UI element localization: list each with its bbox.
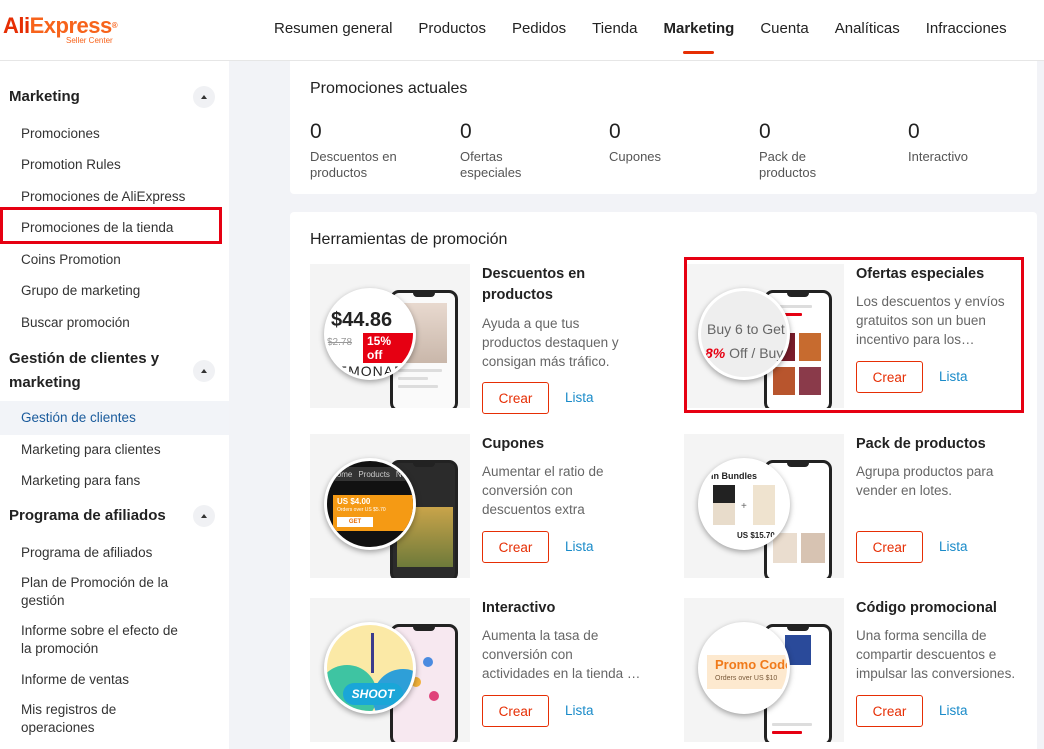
product-discount-illustration: $44.86 $2.78 15% off LEMONADE xyxy=(310,264,470,408)
main-nav: Resumen general Productos Pedidos Tienda… xyxy=(274,20,1033,54)
create-button[interactable]: Crear xyxy=(856,531,923,563)
interactive-illustration: SHOOT xyxy=(310,598,470,742)
tool-description: Aumentar el ratio de conversión con desc… xyxy=(482,464,604,517)
sidebar-item-marketing-clientes[interactable]: Marketing para clientes xyxy=(0,441,229,459)
lens-bundle-heading: p in Bundles xyxy=(703,471,757,481)
collapse-caret-icon[interactable] xyxy=(193,360,215,382)
nav-productos[interactable]: Productos xyxy=(418,20,486,37)
tool-name: Interactivo xyxy=(482,600,556,616)
sidebar-item-informe-ventas[interactable]: Informe de ventas xyxy=(0,671,229,689)
lens-tab-new: Ne xyxy=(395,469,407,479)
lens-coupon-condition: Orders over US $5.70 xyxy=(337,507,386,513)
list-link[interactable]: Lista xyxy=(939,703,968,718)
tool-name: Pack de productos xyxy=(856,436,986,452)
tool-name: Código promocional xyxy=(856,600,997,616)
logo-express: Express xyxy=(29,13,113,38)
sidebar-item-informe-efecto[interactable]: Informe sobre el efecto de la promoción xyxy=(0,622,190,658)
sidebar: Marketing Promociones Promotion Rules Pr… xyxy=(0,61,229,749)
sidebar-item-marketing-fans[interactable]: Marketing para fans xyxy=(0,472,229,490)
create-button[interactable]: Crear xyxy=(856,695,923,727)
nav-resumen[interactable]: Resumen general xyxy=(274,20,392,37)
sidebar-item-gestion-clientes[interactable]: Gestión de clientes xyxy=(0,401,229,435)
stat-value: 0 xyxy=(759,120,771,143)
annotation-highlight-box xyxy=(684,257,1024,413)
product-bundle-illustration: p in Bundles + US $15.70 xyxy=(684,434,844,578)
nav-infracciones[interactable]: Infracciones xyxy=(926,20,1007,37)
lens-bundle-price: US $15.70 xyxy=(737,531,775,540)
sidebar-group-clientes[interactable]: Gestión de clientes y marketing xyxy=(9,347,179,395)
sidebar-item-plan-promocion[interactable]: Plan de Promoción de la gestión xyxy=(0,574,190,610)
stat-value: 0 xyxy=(460,120,472,143)
sidebar-item-grupo-marketing[interactable]: Grupo de marketing xyxy=(0,282,229,300)
lens-coupon-amount: US $4.00 xyxy=(337,497,371,506)
nav-pedidos[interactable]: Pedidos xyxy=(512,20,566,37)
lens-shoot-label: SHOOT xyxy=(343,683,403,705)
lens-promo-condition: Orders over US $10 xyxy=(715,675,778,682)
aliexpress-logo[interactable]: AliExpress® Seller Center xyxy=(3,13,118,46)
lens-tab-home: Home xyxy=(331,469,353,479)
collapse-caret-icon[interactable] xyxy=(193,86,215,108)
current-promotions-title: Promociones actuales xyxy=(310,80,468,97)
create-button[interactable]: Crear xyxy=(482,531,549,563)
logo-registered: ® xyxy=(111,21,118,30)
sidebar-item-buscar-promocion[interactable]: Buscar promoción xyxy=(0,314,229,332)
nav-analiticas[interactable]: Analíticas xyxy=(835,20,900,37)
list-link[interactable]: Lista xyxy=(565,703,594,718)
lens-promo-code: Promo Code xyxy=(715,657,790,672)
collapse-caret-icon[interactable] xyxy=(193,505,215,527)
promotion-tools-title: Herramientas de promoción xyxy=(310,231,508,248)
list-link[interactable]: Lista xyxy=(939,539,968,554)
lens-price: $44.86 xyxy=(331,309,393,331)
sidebar-item-programa-afiliados[interactable]: Programa de afiliados xyxy=(0,544,229,562)
stat-value: 0 xyxy=(609,120,621,143)
lens-old-price: $2.78 xyxy=(327,337,353,348)
promotion-tools-card: Herramientas de promoción $44.86 $2.78 1… xyxy=(290,212,1037,749)
lens-coupon-get: GET xyxy=(337,517,373,527)
list-link[interactable]: Lista xyxy=(565,390,594,405)
sidebar-item-coins-promotion[interactable]: Coins Promotion xyxy=(0,251,229,269)
tool-description: Ayuda a que tus productos destaquen y co… xyxy=(482,316,619,369)
stat-label: Ofertas especiales xyxy=(460,149,522,180)
promo-code-illustration: Promo Code Orders over US $10 xyxy=(684,598,844,742)
stat-value: 0 xyxy=(310,120,322,143)
tool-name: Descuentos en productos xyxy=(482,266,586,303)
coupons-illustration: Home Products Ne US $4.00 Orders over US $… xyxy=(310,434,470,578)
lens-discount-badge: 15% off xyxy=(363,333,413,363)
current-promotions-card: Promociones actuales 0 Descuentos en pro… xyxy=(290,61,1037,194)
stat-label: Interactivo xyxy=(908,149,968,164)
stat-value: 0 xyxy=(908,120,920,143)
sidebar-item-promociones-aliexpress[interactable]: Promociones de AliExpress xyxy=(0,188,229,206)
sidebar-item-registros-operaciones[interactable]: Mis registros de operaciones xyxy=(0,701,160,737)
stat-label: Pack de productos xyxy=(759,149,817,180)
list-link[interactable]: Lista xyxy=(565,539,594,554)
nav-marketing[interactable]: Marketing xyxy=(663,20,734,54)
selection-highlight-box xyxy=(0,207,222,244)
lens-word: LEMONADE xyxy=(329,363,416,379)
create-button[interactable]: Crear xyxy=(482,695,549,727)
sidebar-item-promotion-rules[interactable]: Promotion Rules xyxy=(0,156,229,174)
tool-name: Cupones xyxy=(482,436,545,452)
sidebar-group-marketing[interactable]: Marketing xyxy=(9,85,209,109)
top-header: AliExpress® Seller Center Resumen genera… xyxy=(0,0,1044,61)
logo-seller-center: Seller Center xyxy=(66,36,113,45)
sidebar-item-promociones[interactable]: Promociones xyxy=(0,125,229,143)
lens-tab-products: Products xyxy=(358,469,390,479)
tool-description: Aumenta la tasa de conversión con activi… xyxy=(482,628,641,681)
create-button[interactable]: Crear xyxy=(482,382,549,414)
nav-tienda[interactable]: Tienda xyxy=(592,20,637,37)
stat-label: Descuentos en productos xyxy=(310,149,397,180)
stat-label: Cupones xyxy=(609,149,662,164)
nav-cuenta[interactable]: Cuenta xyxy=(760,20,808,37)
logo-ali: Ali xyxy=(3,13,30,38)
tool-description: Una forma sencilla de compartir descuent… xyxy=(856,628,1016,681)
tool-description: Agrupa productos para vender en lotes. xyxy=(856,464,994,498)
sidebar-group-afiliados[interactable]: Programa de afiliados xyxy=(9,504,209,528)
